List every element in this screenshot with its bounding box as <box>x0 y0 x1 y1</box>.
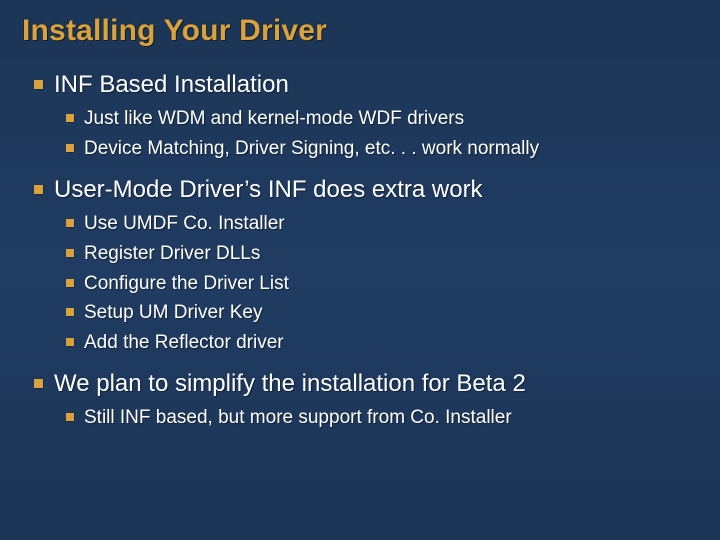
sub-bullet-item: Just like WDM and kernel-mode WDF driver… <box>84 106 698 132</box>
sub-bullet-item: Setup UM Driver Key <box>84 300 698 326</box>
slide-title: Installing Your Driver <box>22 14 698 48</box>
bullet-list-level2: Just like WDM and kernel-mode WDF driver… <box>54 106 698 161</box>
sub-bullet-item: Add the Reflector driver <box>84 330 698 356</box>
slide: Installing Your Driver INF Based Install… <box>0 0 720 540</box>
sub-bullet-item: Configure the Driver List <box>84 271 698 297</box>
sub-bullet-item: Still INF based, but more support from C… <box>84 405 698 431</box>
sub-bullet-item: Register Driver DLLs <box>84 241 698 267</box>
bullet-list-level2: Use UMDF Co. Installer Register Driver D… <box>54 211 698 355</box>
bullet-list-level2: Still INF based, but more support from C… <box>54 405 698 431</box>
bullet-text: We plan to simplify the installation for… <box>54 370 526 397</box>
bullet-item: INF Based Installation Just like WDM and… <box>54 70 698 161</box>
bullet-item: We plan to simplify the installation for… <box>54 369 698 431</box>
sub-bullet-item: Device Matching, Driver Signing, etc. . … <box>84 136 698 162</box>
bullet-text: INF Based Installation <box>54 71 289 98</box>
bullet-list-level1: INF Based Installation Just like WDM and… <box>22 70 698 431</box>
bullet-text: User-Mode Driver’s INF does extra work <box>54 176 483 203</box>
bullet-item: User-Mode Driver’s INF does extra work U… <box>54 175 698 355</box>
sub-bullet-item: Use UMDF Co. Installer <box>84 211 698 237</box>
